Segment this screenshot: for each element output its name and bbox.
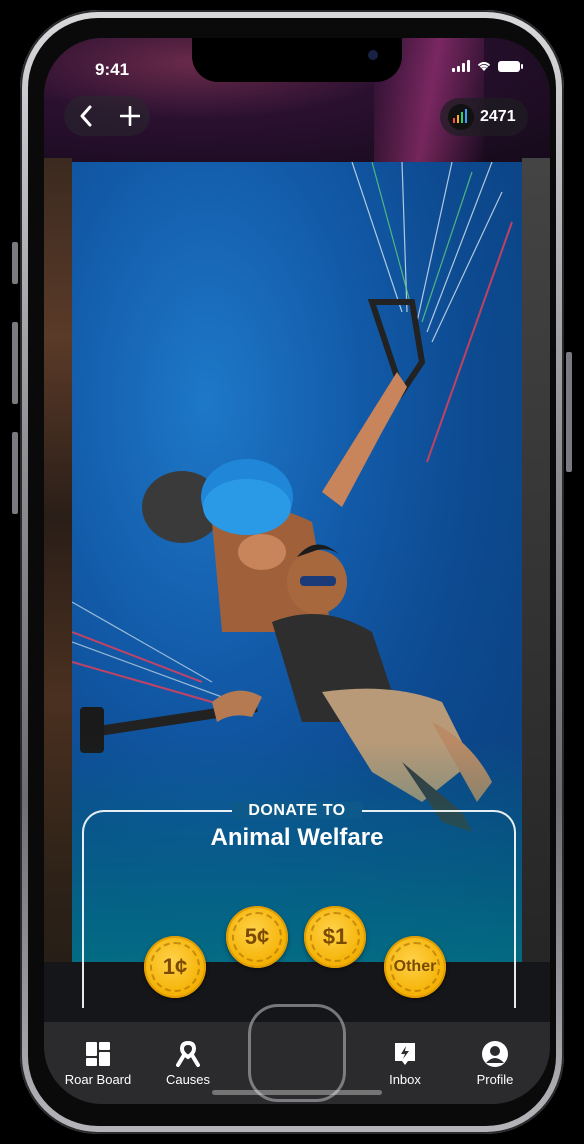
tab-causes[interactable]: Causes (143, 1040, 233, 1087)
coin-5-cent-button[interactable]: 5¢ (226, 906, 288, 968)
tab-label: Roar Board (64, 1072, 132, 1087)
tab-roar-board[interactable]: Roar Board (53, 1040, 143, 1087)
chevron-left-icon (80, 105, 92, 127)
roar-score-icon (448, 104, 474, 130)
battery-icon (498, 60, 523, 72)
inbox-bolt-icon (360, 1040, 450, 1068)
add-button[interactable] (110, 96, 150, 136)
donate-label: DONATE TO (44, 802, 550, 820)
tab-label: Profile (476, 1072, 514, 1087)
volume-down-button (12, 432, 18, 514)
notch (192, 38, 402, 82)
coin-1-cent-button[interactable]: 1¢ (144, 936, 206, 998)
screen: 9:41 2471 DONATE TO Animal Welfare 1¢ 5¢… (44, 38, 550, 1104)
previous-card-edge (44, 158, 72, 1058)
ribbon-icon (143, 1040, 233, 1068)
profile-icon (450, 1040, 540, 1068)
status-time: 9:41 (95, 60, 130, 79)
coin-other-button[interactable]: Other (384, 936, 446, 998)
home-button[interactable] (248, 1004, 346, 1102)
status-icons (452, 60, 523, 72)
tab-label: Causes (165, 1072, 211, 1087)
next-card-edge (522, 158, 550, 1058)
camera (368, 50, 378, 60)
score-badge[interactable]: 2471 (440, 98, 528, 136)
cellular-signal-icon (452, 60, 470, 72)
tab-profile[interactable]: Profile (450, 1040, 540, 1087)
grid-icon (53, 1040, 143, 1068)
score-value: 2471 (480, 108, 516, 125)
wifi-icon (477, 62, 491, 71)
plus-icon (120, 106, 140, 126)
coin-1-dollar-button[interactable]: $1 (304, 906, 366, 968)
back-button[interactable] (66, 96, 106, 136)
tab-inbox[interactable]: Inbox (360, 1040, 450, 1087)
home-indicator[interactable] (212, 1090, 382, 1095)
tab-label: Inbox (389, 1072, 421, 1087)
volume-up-button (12, 322, 18, 404)
cause-name[interactable]: Animal Welfare (44, 824, 550, 852)
power-button (566, 352, 572, 472)
mute-switch (12, 242, 18, 284)
